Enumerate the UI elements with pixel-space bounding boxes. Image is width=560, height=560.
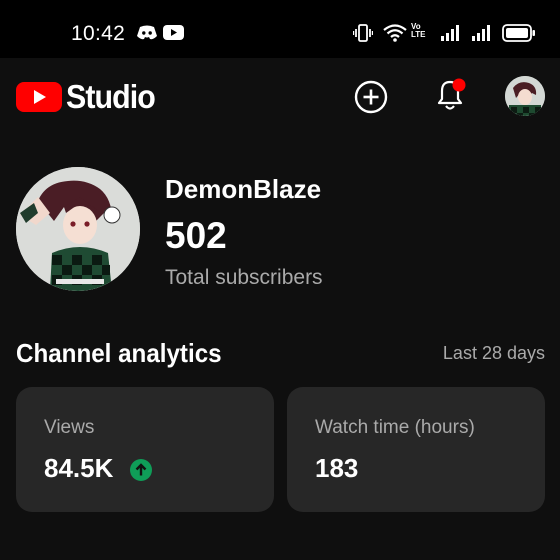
views-value: 84.5K [44, 453, 114, 483]
create-icon[interactable] [354, 80, 388, 114]
status-time: 10:42 [71, 22, 126, 45]
account-avatar[interactable] [505, 76, 545, 116]
watch-time-value: 183 [315, 453, 359, 483]
analytics-title: Channel analytics [16, 338, 222, 368]
notification-badge [452, 78, 466, 92]
channel-name: DemonBlaze [165, 174, 322, 204]
views-card[interactable]: Views 84.5K [16, 387, 274, 512]
signal-icon [472, 25, 490, 41]
watch-time-label: Watch time (hours) [315, 417, 475, 438]
vibrate-icon [353, 24, 373, 42]
wifi-icon [383, 24, 407, 42]
status-bar: 10:42 Vo LTE [0, 0, 560, 58]
youtube-logo-icon [16, 82, 62, 112]
discord-icon [137, 25, 157, 40]
subscriber-label: Total subscribers [165, 266, 323, 289]
analytics-period: Last 28 days [442, 343, 545, 363]
channel-avatar [16, 167, 140, 291]
signal-icon [441, 25, 459, 41]
views-label: Views [44, 417, 95, 438]
youtube-icon [163, 25, 184, 40]
volte-icon: Vo LTE [411, 22, 426, 39]
studio-logo-text: Studio [66, 78, 156, 115]
battery-icon [502, 24, 535, 42]
trend-up-icon [130, 459, 152, 481]
watch-time-card[interactable]: Watch time (hours) 183 [287, 387, 545, 512]
notifications-icon[interactable] [432, 76, 468, 114]
subscriber-count: 502 [165, 215, 227, 256]
